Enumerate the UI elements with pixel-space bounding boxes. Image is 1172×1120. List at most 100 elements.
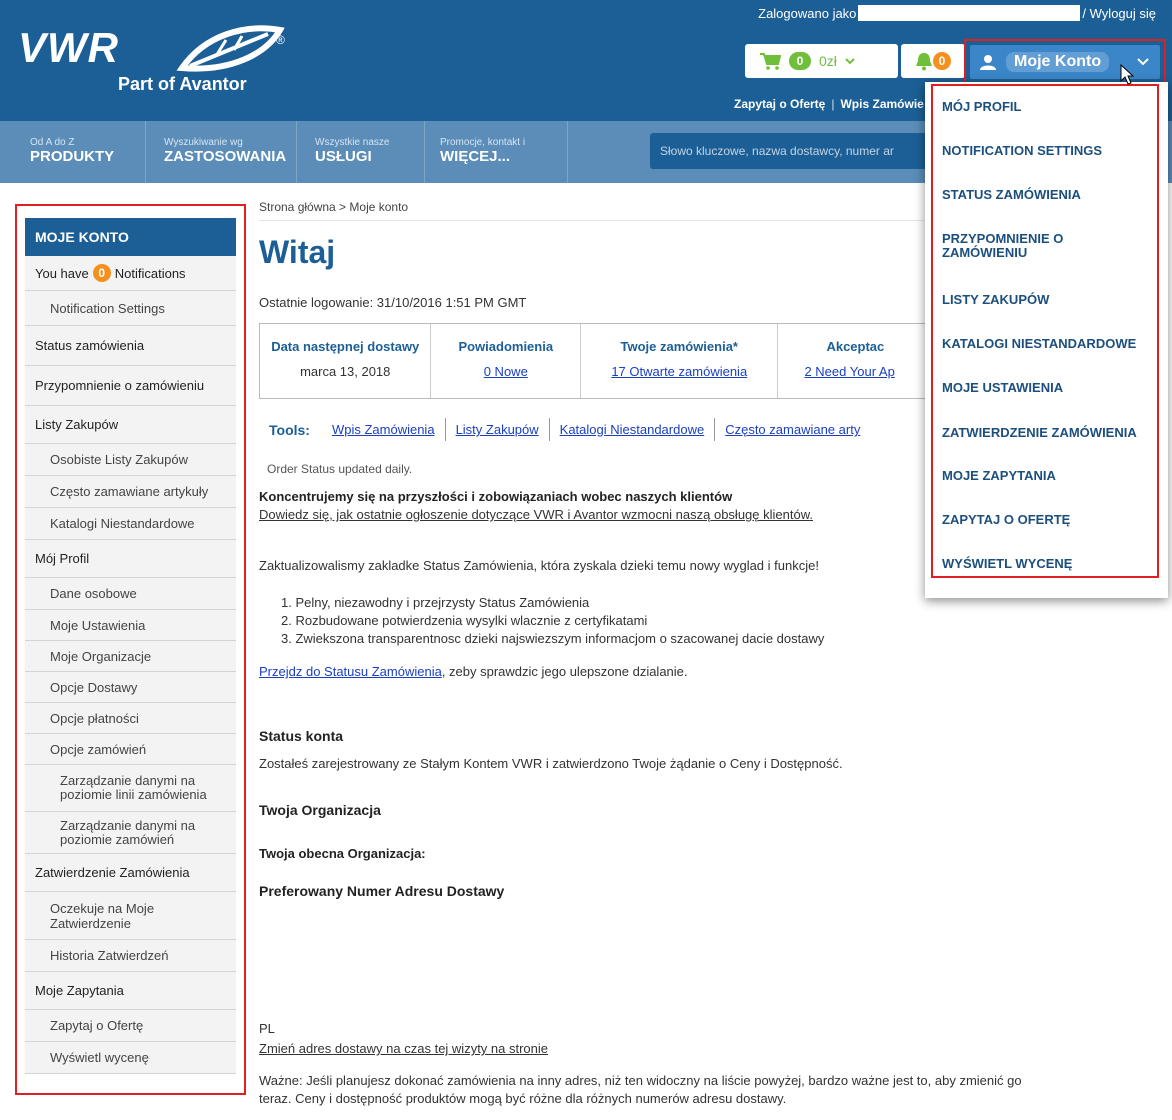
- sidebar-item-my-organizations[interactable]: Moje Organizacje: [25, 641, 236, 672]
- sidebar-item-my-settings[interactable]: Moje Ustawienia: [25, 610, 236, 641]
- search-input[interactable]: Słowo kluczowe, nazwa dostawcy, numer ar: [650, 133, 950, 169]
- link-separator: |: [831, 97, 835, 111]
- account-status-heading: Status konta: [259, 728, 344, 744]
- sidebar-header: MOJE KONTO: [25, 218, 236, 256]
- nav-applications[interactable]: Wyszukiwanie wg ZASTOSOWANIA: [152, 121, 297, 183]
- menu-item-notification-settings[interactable]: NOTIFICATION SETTINGS: [942, 144, 1160, 158]
- sidebar-item-my-inquiries[interactable]: Moje Zapytania: [25, 972, 236, 1010]
- menu-item-my-profile[interactable]: MÓJ PROFIL: [942, 100, 1160, 114]
- important-note-line-1: Ważne: Jeśli planujesz dokonać zamówieni…: [259, 1073, 1022, 1088]
- cart-icon: [760, 53, 781, 70]
- change-address-link[interactable]: Zmień adres dostawy na czas tej wizyty n…: [259, 1041, 548, 1056]
- summary-title: Data następnej dostawy: [271, 339, 420, 354]
- sidebar-item-request-quote[interactable]: Zapytaj o Ofertę: [25, 1010, 236, 1042]
- list-item: 3. Zwiekszona transparentnosc dzieki naj…: [281, 631, 825, 646]
- leaf-logo-icon: ®: [176, 25, 285, 72]
- nav-applications-label: ZASTOSOWANIA: [164, 148, 287, 165]
- menu-item-my-inquiries[interactable]: MOJE ZAPYTANIA: [942, 469, 1160, 483]
- mouse-cursor-icon: [1120, 64, 1135, 85]
- sidebar-item-order-status[interactable]: Status zamówienia: [25, 326, 236, 366]
- summary-notifications: Powiadomienia 0 Nowe: [431, 324, 582, 398]
- organization-heading: Twoja Organizacja: [259, 802, 381, 818]
- chevron-down-icon: [845, 58, 855, 65]
- focus-link[interactable]: Dowiedz się, jak ostatnie ogłoszenie dot…: [259, 507, 813, 522]
- list-item: 1. Pelny, niezawodny i przejrzysty Statu…: [281, 595, 590, 610]
- notif-prefix: You have: [35, 265, 89, 281]
- tools-bar: Tools: Wpis Zamówienia Listy Zakupów Kat…: [269, 418, 870, 441]
- sidebar-item-order-approval[interactable]: Zatwierdzenie Zamówienia: [25, 854, 236, 892]
- menu-item-order-status[interactable]: STATUS ZAMÓWIENIA: [942, 188, 1160, 202]
- sidebar-item-shopping-lists[interactable]: Listy Zakupów: [25, 406, 236, 444]
- tools-label: Tools:: [269, 421, 310, 438]
- sidebar-item-awaiting-approval[interactable]: Oczekuje na Moje Zatwierdzenie: [25, 892, 236, 940]
- nav-more-subtitle: Promocje, kontakt i: [440, 137, 526, 148]
- improvements-list: 1. Pelny, niezawodny i przejrzysty Statu…: [281, 594, 824, 648]
- sidebar-item-personal-lists[interactable]: Osobiste Listy Zakupów: [25, 444, 236, 476]
- main-content: Strona główna > Moje konto Witaj Ostatni…: [259, 200, 1022, 1106]
- nav-services[interactable]: Wszystkie nasze USŁUGI: [303, 121, 425, 183]
- nav-products[interactable]: Od A do Z PRODUKTY: [18, 121, 146, 183]
- last-login: Ostatnie logowanie: 31/10/2016 1:51 PM G…: [259, 295, 527, 310]
- menu-item-order-reminder[interactable]: PRZYPOMNIENIE O ZAMÓWIENIU: [942, 232, 1092, 260]
- cart-amount: 0zł: [819, 53, 837, 69]
- svg-text:®: ®: [276, 33, 285, 47]
- sidebar-item-approval-history[interactable]: Historia Zatwierdzeń: [25, 940, 236, 972]
- nav-more-label: WIĘCEJ...: [440, 148, 511, 165]
- menu-item-my-settings[interactable]: MOJE USTAWIENIA: [942, 381, 1160, 395]
- page-title: Witaj: [259, 234, 336, 270]
- my-account-label: Moje Konto: [1006, 52, 1110, 72]
- order-status-note: Order Status updated daily.: [267, 462, 413, 476]
- sidebar-item-delivery-options[interactable]: Opcje Dostawy: [25, 672, 236, 703]
- chevron-down-icon: [1137, 58, 1149, 66]
- nav-more[interactable]: Promocje, kontakt i WIĘCEJ...: [428, 121, 568, 183]
- sidebar-item-order-reminder[interactable]: Przypomnienie o zamówieniu: [25, 366, 236, 406]
- nav-products-label: PRODUKTY: [30, 148, 115, 165]
- sidebar-item-view-quote[interactable]: Wyświetl wycenę: [25, 1042, 236, 1074]
- breadcrumb: Strona główna > Moje konto: [259, 200, 924, 221]
- sidebar-item-my-profile[interactable]: Mój Profil: [25, 540, 236, 578]
- nav-products-subtitle: Od A do Z: [30, 137, 75, 148]
- sidebar-notifications[interactable]: You have 0 Notifications: [25, 256, 236, 291]
- summary-orders: Twoje zamówienia* 17 Otwarte zamówienia: [581, 324, 779, 398]
- menu-item-custom-catalogs[interactable]: KATALOGI NIESTANDARDOWE: [942, 337, 1160, 351]
- menu-item-order-approval[interactable]: ZATWIERDZENIE ZAMÓWIENIA: [942, 426, 1160, 440]
- focus-heading: Koncentrujemy się na przyszłości i zobow…: [259, 489, 733, 504]
- user-icon: [980, 55, 996, 70]
- sidebar-item-order-options[interactable]: Opcje zamówień: [25, 734, 236, 765]
- summary-title: Powiadomienia: [458, 339, 554, 354]
- nav-applications-subtitle: Wyszukiwanie wg: [164, 137, 243, 148]
- logo-subtitle: Part of Avantor: [118, 74, 247, 94]
- status-link-row: Przejdz do Statusu Zamówienia, zeby spra…: [259, 664, 688, 679]
- order-status-link[interactable]: Przejdz do Statusu Zamówienia: [259, 664, 442, 679]
- sidebar: MOJE KONTO You have 0 Notifications Noti…: [25, 218, 236, 1074]
- sidebar-item-order-level-data[interactable]: Zarządzanie danymi na poziomie zamówień: [25, 812, 236, 854]
- request-quote-link[interactable]: Zapytaj o Ofertę: [734, 97, 825, 111]
- summary-link[interactable]: 0 Nowe: [431, 364, 580, 379]
- country-code: PL: [259, 1021, 275, 1036]
- username-field: [858, 5, 1081, 21]
- order-entry-link[interactable]: Wpis Zamówie: [840, 97, 923, 111]
- sidebar-item-custom-catalogs[interactable]: Katalogi Niestandardowe: [25, 508, 236, 540]
- preferred-address-heading: Preferowany Numer Adresu Dostawy: [259, 883, 505, 899]
- logout-link[interactable]: / Wyloguj się: [1082, 6, 1156, 21]
- login-row: Zalogowano jako / Wyloguj się: [758, 4, 1156, 22]
- sidebar-item-line-level-data[interactable]: Zarządzanie danymi na poziomie linii zam…: [25, 765, 236, 812]
- sidebar-item-frequent-items[interactable]: Często zamawiane artykuły: [25, 476, 236, 508]
- sidebar-item-notification-settings[interactable]: Notification Settings: [25, 291, 236, 326]
- menu-item-request-quote[interactable]: ZAPYTAJ O OFERTĘ: [942, 513, 1160, 527]
- tool-custom-catalogs[interactable]: Katalogi Niestandardowe: [550, 418, 716, 441]
- current-organization: Twoja obecna Organizacja:: [259, 846, 426, 861]
- sidebar-item-payment-options[interactable]: Opcje płatności: [25, 703, 236, 734]
- tool-shopping-lists[interactable]: Listy Zakupów: [446, 418, 550, 441]
- summary-link[interactable]: 17 Otwarte zamówienia: [581, 364, 777, 379]
- menu-item-view-quote[interactable]: WYŚWIETL WYCENĘ: [942, 557, 1160, 571]
- cart-count-badge: 0: [789, 52, 811, 70]
- tool-order-entry[interactable]: Wpis Zamówienia: [322, 418, 446, 441]
- vwr-logo[interactable]: VWR ® Part of Avantor: [18, 24, 298, 104]
- cart-button[interactable]: 0 0zł: [745, 44, 898, 78]
- notifications-button[interactable]: 0: [901, 44, 965, 78]
- tool-frequent-items[interactable]: Często zamawiane arty: [715, 418, 870, 441]
- sidebar-item-personal-data[interactable]: Dane osobowe: [25, 578, 236, 610]
- header-links: Zapytaj o Ofertę | Wpis Zamówie: [734, 97, 924, 111]
- menu-item-shopping-lists[interactable]: LISTY ZAKUPÓW: [942, 293, 1160, 307]
